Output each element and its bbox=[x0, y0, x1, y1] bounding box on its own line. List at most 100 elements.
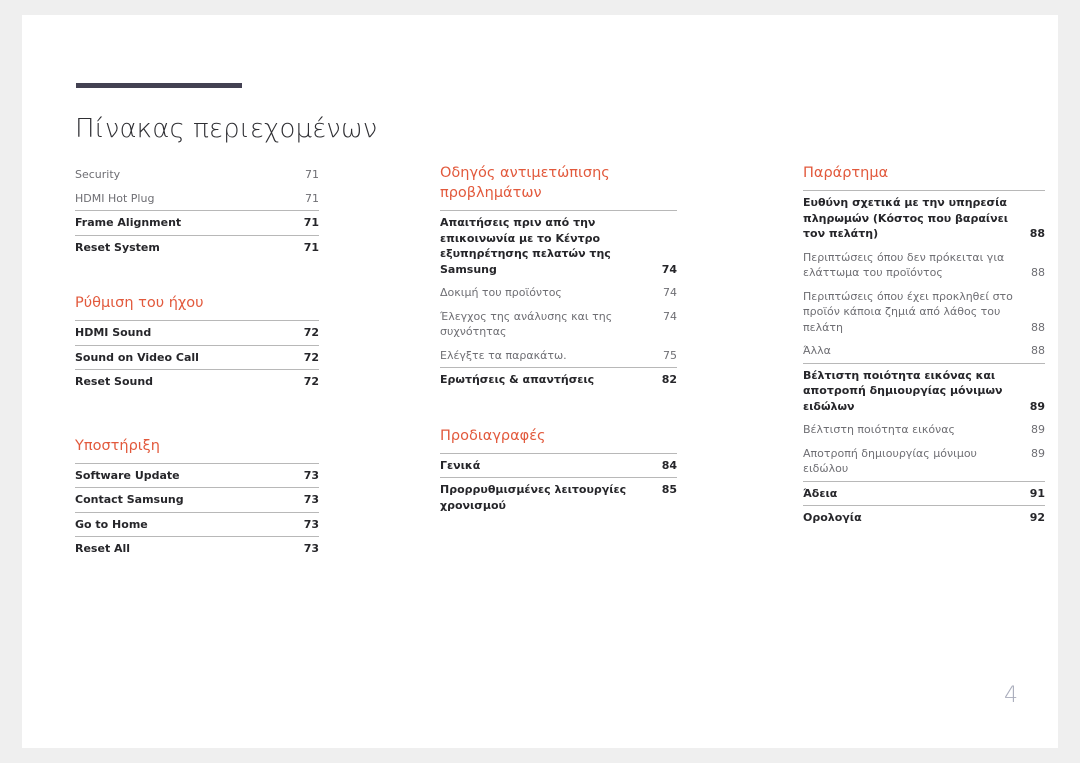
toc-entry-page-number: 72 bbox=[303, 375, 319, 388]
toc-column-1: Security 71 HDMI Hot Plug 71 Frame Alignment… bbox=[75, 163, 319, 561]
toc-entry-label: Ορολογία bbox=[803, 511, 862, 524]
toc-entry-label: Reset Sound bbox=[75, 375, 154, 388]
toc-entry-label: HDMI Sound bbox=[75, 326, 152, 339]
toc-entry[interactable]: Go to Home 73 bbox=[75, 511, 319, 537]
toc-entry-page-number: 72 bbox=[303, 350, 319, 364]
toc-entry-page-number: 84 bbox=[661, 458, 677, 472]
toc-entry[interactable]: Δοκιμή του προϊόντος 74 bbox=[440, 281, 677, 305]
toc-entry[interactable]: Ερωτήσεις & απαντήσεις 82 bbox=[440, 367, 677, 392]
toc-entry-page-number: 74 bbox=[661, 262, 677, 276]
toc-entry[interactable]: Sound on Video Call 72 bbox=[75, 344, 319, 370]
toc-entry[interactable]: Software Update 73 bbox=[75, 462, 319, 488]
page-number: 4 bbox=[1004, 683, 1018, 708]
toc-entry-label: Αποτροπή δημιουργίας μόνιμου ειδώλου bbox=[803, 446, 977, 476]
toc-section: Παράρτημα Ευθύνη σχετικά με την υπηρεσία … bbox=[803, 163, 1045, 530]
toc-entry[interactable]: Reset All 73 bbox=[75, 536, 319, 561]
toc-entry-page-number: 71 bbox=[303, 240, 319, 254]
toc-entry-label: Έλεγχος της ανάλυσης και της συχνότητας bbox=[440, 309, 613, 339]
toc-entry-label: Contact Samsung bbox=[75, 493, 184, 506]
toc-entry[interactable]: HDMI Sound 72 bbox=[75, 320, 319, 345]
toc-entry-page-number: 71 bbox=[303, 216, 319, 229]
toc-entry-label: Ερωτήσεις & απαντήσεις bbox=[440, 373, 595, 386]
toc-entry[interactable]: Απαιτήσεις πριν από την επικοινωνία με τ… bbox=[440, 210, 677, 281]
toc-entry[interactable]: Άδεια 91 bbox=[803, 480, 1045, 506]
toc-entry-label: Απαιτήσεις πριν από την επικοινωνία με τ… bbox=[440, 216, 611, 276]
toc-entry[interactable]: Περιπτώσεις όπου έχει προκληθεί στο προϊ… bbox=[803, 285, 1045, 340]
toc-entry[interactable]: Security 71 bbox=[75, 163, 319, 187]
title-accent-rule bbox=[76, 83, 242, 88]
toc-entry-page-number: 88 bbox=[1031, 344, 1045, 357]
toc-entry-label: Ευθύνη σχετικά με την υπηρεσία πληρωμών … bbox=[803, 196, 1009, 240]
toc-entry[interactable]: Frame Alignment 71 bbox=[75, 210, 319, 235]
toc-column-2: Οδηγός αντιμετώπισης προβλημάτων Απαιτήσε… bbox=[440, 163, 677, 517]
section-heading: Παράρτημα bbox=[803, 165, 889, 181]
toc-entry-page-number: 75 bbox=[663, 348, 677, 362]
toc-entry-label: Περιπτώσεις όπου έχει προκληθεί στο προϊ… bbox=[803, 289, 1013, 334]
toc-entry-label: Security bbox=[75, 168, 121, 181]
toc-section: Προδιαγραφές Γενικά 84 Προρρυθμισμένες λειτ… bbox=[440, 426, 677, 518]
toc-entry[interactable]: Περιπτώσεις όπου δεν πρόκειται για ελάττ… bbox=[803, 246, 1045, 285]
toc-entry[interactable]: Αποτροπή δημιουργίας μόνιμου ειδώλου 89 bbox=[803, 442, 1045, 481]
toc-entry[interactable]: Ορολογία 92 bbox=[803, 505, 1045, 530]
toc-section: Υποστήριξη Software Update 73 Contact Samsu… bbox=[75, 436, 319, 561]
toc-entry-page-number: 74 bbox=[663, 309, 677, 323]
toc-entry-label: Βέλτιστη ποιότητα εικόνας bbox=[803, 423, 955, 436]
toc-entry[interactable]: HDMI Hot Plug 71 bbox=[75, 187, 319, 211]
toc-entry[interactable]: Ελέγξτε τα παρακάτω. 75 bbox=[440, 344, 677, 368]
toc-entry-page-number: 89 bbox=[1031, 446, 1045, 460]
toc-entry-page-number: 73 bbox=[303, 542, 319, 555]
toc-section: Οδηγός αντιμετώπισης προβλημάτων Απαιτήσε… bbox=[440, 163, 677, 392]
page-title: Πίνακας περιεχομένων bbox=[75, 114, 378, 145]
toc-entry-page-number: 71 bbox=[305, 191, 319, 205]
toc-entry-label: Ελέγξτε τα παρακάτω. bbox=[440, 348, 567, 362]
toc-entry-label: Γενικά bbox=[440, 458, 481, 472]
toc-entry-page-number: 74 bbox=[663, 286, 677, 299]
toc-entry-page-number: 91 bbox=[1029, 486, 1045, 500]
toc-entry-page-number: 89 bbox=[1031, 423, 1045, 436]
section-heading: Προδιαγραφές bbox=[440, 427, 546, 444]
toc-entry-label: Reset All bbox=[75, 542, 131, 555]
toc-entry-page-number: 73 bbox=[303, 468, 319, 482]
toc-entry-page-number: 73 bbox=[303, 517, 319, 531]
toc-section: Ρύθμιση του ήχου HDMI Sound 72 Sound on Vid… bbox=[75, 293, 319, 394]
document-page: Πίνακας περιεχομένων Security 71 HDMI Hot … bbox=[22, 15, 1058, 748]
toc-entry-page-number: 88 bbox=[1031, 266, 1045, 279]
toc-entry[interactable]: Γενικά 84 bbox=[440, 452, 677, 478]
toc-entry-label: Reset System bbox=[75, 240, 160, 254]
toc-entry[interactable]: Ευθύνη σχετικά με την υπηρεσία πληρωμών … bbox=[803, 190, 1045, 246]
toc-entry-label: Software Update bbox=[75, 468, 180, 482]
toc-entry-label: Βέλτιστη ποιότητα εικόνας και αποτροπή δ… bbox=[803, 368, 1003, 413]
toc-entry[interactable]: Προρρυθμισμένες λειτουργίες χρονισμού 85 bbox=[440, 477, 677, 517]
toc-entry-label: Sound on Video Call bbox=[75, 350, 199, 364]
toc-entry-label: Άλλα bbox=[803, 344, 831, 357]
toc-entry-page-number: 88 bbox=[1029, 227, 1045, 240]
toc-entry-page-number: 88 bbox=[1031, 320, 1045, 334]
toc-entry[interactable]: Έλεγχος της ανάλυσης και της συχνότητας 7… bbox=[440, 305, 677, 344]
toc-entry-page-number: 82 bbox=[661, 373, 677, 386]
toc-entry-label: Περιπτώσεις όπου δεν πρόκειται για ελάττ… bbox=[803, 250, 1005, 280]
toc-entry[interactable]: Reset Sound 72 bbox=[75, 369, 319, 394]
toc-entry-page-number: 72 bbox=[303, 326, 319, 339]
toc-entry-label: Προρρυθμισμένες λειτουργίες χρονισμού bbox=[440, 483, 627, 512]
toc-section: Security 71 HDMI Hot Plug 71 Frame Alignment… bbox=[75, 163, 319, 259]
toc-entry-label: Άδεια bbox=[803, 486, 838, 500]
toc-entry-label: HDMI Hot Plug bbox=[75, 191, 155, 205]
toc-entry[interactable]: Contact Samsung 73 bbox=[75, 487, 319, 512]
toc-entry[interactable]: Άλλα 88 bbox=[803, 339, 1045, 363]
toc-entry-label: Go to Home bbox=[75, 517, 148, 531]
toc-entry-page-number: 85 bbox=[661, 483, 677, 496]
section-heading: Ρύθμιση του ήχου bbox=[75, 295, 204, 311]
toc-entry-page-number: 73 bbox=[303, 493, 319, 506]
section-heading: Οδηγός αντιμετώπισης προβλημάτων bbox=[440, 165, 610, 201]
toc-column-3: Παράρτημα Ευθύνη σχετικά με την υπηρεσία … bbox=[803, 163, 1045, 530]
toc-entry[interactable]: Βέλτιστη ποιότητα εικόνας 89 bbox=[803, 418, 1045, 442]
section-heading: Υποστήριξη bbox=[75, 437, 160, 454]
toc-entry-page-number: 89 bbox=[1029, 399, 1045, 413]
toc-entry-page-number: 71 bbox=[305, 168, 319, 181]
toc-entry-page-number: 92 bbox=[1029, 511, 1045, 524]
toc-entry[interactable]: Βέλτιστη ποιότητα εικόνας και αποτροπή δ… bbox=[803, 362, 1045, 419]
toc-entry[interactable]: Reset System 71 bbox=[75, 234, 319, 260]
